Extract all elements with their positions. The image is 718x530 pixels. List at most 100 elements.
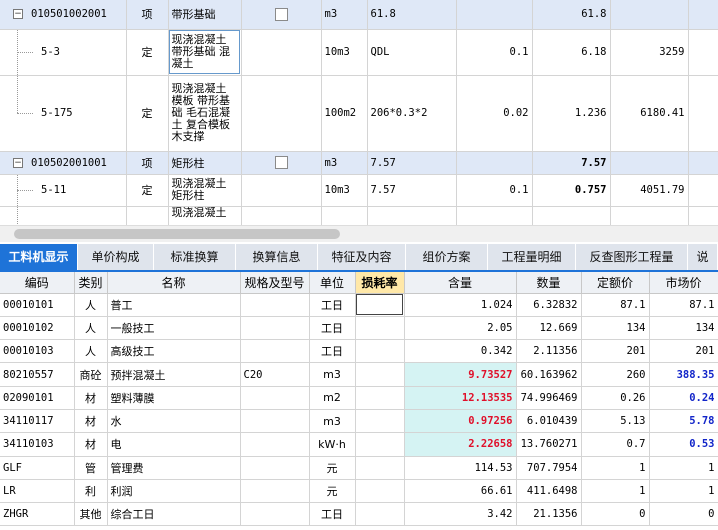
item-name[interactable]: 现浇混凝土 模板 带形基础 毛石混凝土 复合模板 木支撑 bbox=[168, 75, 242, 152]
tab-graphic-quantity[interactable]: 反查图形工程量 bbox=[576, 244, 688, 270]
res-loss-rate[interactable] bbox=[355, 409, 405, 434]
table-row[interactable]: 02090101 材塑料薄膜 m2 12.13535 74.996469 0.26 0.24 bbox=[0, 386, 718, 410]
res-loss-rate[interactable] bbox=[355, 362, 405, 387]
tab-features[interactable]: 特征及内容 bbox=[318, 244, 406, 270]
res-spec[interactable] bbox=[240, 432, 310, 457]
collapse-icon[interactable]: − bbox=[13, 157, 23, 168]
item-name[interactable]: 带形基础 bbox=[168, 0, 242, 30]
col-spec[interactable]: 规格及型号 bbox=[240, 272, 310, 294]
res-market-price[interactable]: 1 bbox=[649, 479, 718, 504]
res-loss-rate[interactable] bbox=[355, 456, 405, 480]
tab-labor-material[interactable]: 工料机显示 bbox=[0, 244, 78, 270]
res-loss-rate[interactable] bbox=[355, 432, 405, 457]
col-type[interactable]: 类别 bbox=[74, 272, 108, 294]
table-row[interactable]: 现浇混凝土 bbox=[0, 206, 718, 225]
tab-conversion-info[interactable]: 换算信息 bbox=[236, 244, 318, 270]
table-row[interactable]: 5-11 定 现浇混凝土 矩形柱 10m3 7.57 0.1 0.757 405… bbox=[0, 174, 718, 207]
res-content[interactable]: 66.61 bbox=[404, 479, 517, 504]
res-market-price[interactable]: 0 bbox=[649, 502, 718, 527]
tab-description[interactable]: 说 bbox=[688, 244, 718, 270]
col-quota-price[interactable]: 定额价 bbox=[581, 272, 650, 294]
res-spec[interactable] bbox=[240, 339, 310, 364]
res-content[interactable]: 0.97256 bbox=[404, 409, 517, 434]
res-spec[interactable] bbox=[240, 293, 310, 317]
checkbox[interactable] bbox=[274, 156, 288, 170]
checkbox[interactable] bbox=[274, 8, 288, 21]
res-loss-rate[interactable] bbox=[355, 502, 405, 527]
res-spec[interactable] bbox=[240, 386, 310, 410]
table-row[interactable]: − 010502001001 项 矩形柱 m3 7.57 7.57 bbox=[0, 151, 718, 175]
tab-quantity-detail[interactable]: 工程量明细 bbox=[488, 244, 576, 270]
item-expr[interactable]: QDL bbox=[367, 29, 457, 76]
item-name[interactable]: 现浇混凝土 带形基础 混凝土 bbox=[168, 29, 242, 76]
table-row[interactable]: 5-3 定 现浇混凝土 带形基础 混凝土 10m3 QDL 0.1 6.18 3… bbox=[0, 29, 718, 76]
col-code[interactable]: 编码 bbox=[0, 272, 75, 294]
tab-pricing-plan[interactable]: 组价方案 bbox=[406, 244, 488, 270]
item-expr[interactable]: 7.57 bbox=[367, 174, 457, 207]
table-row[interactable]: 00010103 人高级技工 工日 0.342 2.11356 201 201 bbox=[0, 339, 718, 364]
res-market-price[interactable]: 1 bbox=[649, 456, 718, 480]
table-row[interactable]: 00010101 人普工 工日 1.024 6.32832 87.1 87.1 bbox=[0, 293, 718, 317]
item-expr[interactable]: 206*0.3*2 bbox=[367, 75, 457, 152]
res-content[interactable]: 2.05 bbox=[404, 316, 517, 341]
item-flag[interactable] bbox=[241, 151, 322, 175]
col-unit[interactable]: 单位 bbox=[309, 272, 356, 294]
item-price: 3259 bbox=[610, 29, 689, 76]
res-loss-rate[interactable] bbox=[355, 339, 405, 364]
res-market-price[interactable]: 0.53 bbox=[649, 432, 718, 457]
table-row[interactable]: ZHGR 其他 综合工日 工日 3.42 21.1356 0 0 bbox=[0, 502, 718, 527]
col-quantity[interactable]: 数量 bbox=[516, 272, 582, 294]
table-row[interactable]: − 010501002001 项 带形基础 m3 61.8 61.8 bbox=[0, 0, 718, 30]
col-content[interactable]: 含量 bbox=[404, 272, 517, 294]
col-market-price[interactable]: 市场价 bbox=[649, 272, 718, 294]
col-name[interactable]: 名称 bbox=[107, 272, 241, 294]
table-row[interactable]: 34110117 材水 m3 0.97256 6.010439 5.13 5.78 bbox=[0, 409, 718, 434]
res-loss-rate[interactable] bbox=[355, 293, 405, 317]
table-row[interactable]: 5-175 定 现浇混凝土 模板 带形基础 毛石混凝土 复合模板 木支撑 100… bbox=[0, 75, 718, 152]
tab-standard-conversion[interactable]: 标准换算 bbox=[154, 244, 236, 270]
table-row[interactable]: 00010102 人一般技工 工日 2.05 12.669 134 134 bbox=[0, 316, 718, 341]
res-content[interactable]: 114.53 bbox=[404, 456, 517, 480]
item-name[interactable]: 现浇混凝土 bbox=[168, 206, 242, 225]
res-content[interactable]: 2.22658 bbox=[404, 432, 517, 457]
res-spec[interactable] bbox=[240, 316, 310, 341]
item-expr[interactable]: 7.57 bbox=[367, 151, 457, 175]
res-loss-rate[interactable] bbox=[355, 386, 405, 410]
scrollbar-thumb[interactable] bbox=[14, 229, 340, 239]
item-unit: 100m2 bbox=[321, 75, 368, 152]
res-spec[interactable] bbox=[240, 409, 310, 434]
tree-cell[interactable]: − 010501002001 bbox=[0, 0, 127, 30]
item-type: 定 bbox=[126, 29, 169, 76]
item-name[interactable]: 现浇混凝土 矩形柱 bbox=[168, 174, 242, 207]
table-row[interactable]: 34110103 材电 kW·h 2.22658 13.760271 0.7 0.53 bbox=[0, 432, 718, 457]
res-market-price[interactable]: 201 bbox=[649, 339, 718, 364]
res-market-price[interactable]: 5.78 bbox=[649, 409, 718, 434]
res-market-price[interactable]: 134 bbox=[649, 316, 718, 341]
res-code: 00010103 bbox=[0, 339, 75, 364]
res-market-price[interactable]: 388.35 bbox=[649, 362, 718, 387]
res-market-price[interactable]: 87.1 bbox=[649, 293, 718, 317]
table-row[interactable]: LR 利利润元 66.61 411.6498 1 1 bbox=[0, 479, 718, 504]
res-market-price[interactable]: 0.24 bbox=[649, 386, 718, 410]
res-content[interactable]: 9.73527 bbox=[404, 362, 517, 387]
horizontal-scrollbar[interactable] bbox=[0, 225, 718, 242]
table-row[interactable]: 80210557 商砼 预拌混凝土 C20 m3 9.73527 60.163962 260 3… bbox=[0, 362, 718, 387]
table-row[interactable]: GLF 管管理费元 114.53 707.7954 1 1 bbox=[0, 456, 718, 480]
collapse-icon[interactable]: − bbox=[13, 9, 23, 20]
res-spec[interactable]: C20 bbox=[240, 362, 310, 387]
res-loss-rate[interactable] bbox=[355, 479, 405, 504]
res-content[interactable]: 3.42 bbox=[404, 502, 517, 527]
col-loss-rate[interactable]: 损耗率 bbox=[355, 272, 405, 294]
res-loss-rate[interactable] bbox=[355, 316, 405, 341]
res-spec[interactable] bbox=[240, 456, 310, 480]
item-expr[interactable]: 61.8 bbox=[367, 0, 457, 30]
item-flag[interactable] bbox=[241, 0, 322, 30]
item-name[interactable]: 矩形柱 bbox=[168, 151, 242, 175]
res-spec[interactable] bbox=[240, 479, 310, 504]
tab-unit-price[interactable]: 单价构成 bbox=[78, 244, 154, 270]
tree-cell[interactable]: − 010502001001 bbox=[0, 151, 127, 175]
res-content[interactable]: 12.13535 bbox=[404, 386, 517, 410]
res-spec[interactable] bbox=[240, 502, 310, 527]
res-content[interactable]: 1.024 bbox=[404, 293, 517, 317]
res-content[interactable]: 0.342 bbox=[404, 339, 517, 364]
